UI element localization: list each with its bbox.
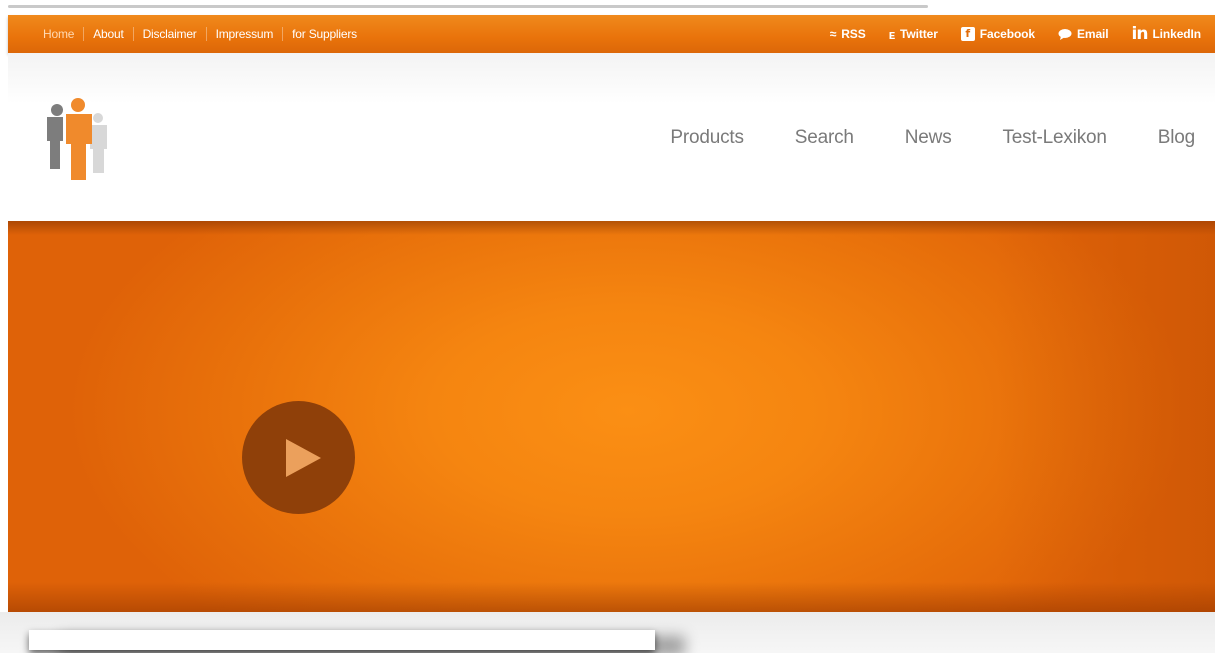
main-navigation: Products Search News Test-Lexikon Blog xyxy=(619,127,1195,149)
nav-products[interactable]: Products xyxy=(670,127,744,149)
top-nav-home-link[interactable]: Home xyxy=(34,27,83,41)
rss-link[interactable]: ≈ RSS xyxy=(830,27,866,41)
rss-label: RSS xyxy=(841,27,866,41)
nav-blog[interactable]: Blog xyxy=(1158,127,1195,149)
top-navigation-bar: Home About Disclaimer Impressum for Supp… xyxy=(8,15,1215,53)
linkedin-label: LinkedIn xyxy=(1152,27,1201,41)
linkedin-link[interactable]: in LinkedIn xyxy=(1131,24,1202,44)
browser-scroll-track xyxy=(0,0,1215,14)
facebook-label: Facebook xyxy=(979,27,1035,41)
nav-search[interactable]: Search xyxy=(795,127,854,149)
content-card xyxy=(29,630,655,650)
site-header: Products Search News Test-Lexikon Blog xyxy=(8,53,1215,221)
hero-bottom-shadow xyxy=(8,582,1215,612)
facebook-link[interactable]: f Facebook xyxy=(960,27,1035,41)
people-group-logo[interactable] xyxy=(44,97,114,183)
nav-test-lexikon[interactable]: Test-Lexikon xyxy=(1003,127,1107,149)
horizontal-scrollbar[interactable] xyxy=(8,5,928,8)
top-nav-links: Home About Disclaimer Impressum for Supp… xyxy=(34,15,366,53)
email-label: Email xyxy=(1076,27,1109,41)
hero-video-banner xyxy=(8,221,1215,612)
social-links: ≈ RSS ᴇ Twitter f Facebook Email in Link… xyxy=(807,15,1201,53)
twitter-label: Twitter xyxy=(900,27,938,41)
top-nav-about-link[interactable]: About xyxy=(83,27,132,41)
speech-bubble-icon xyxy=(1058,28,1072,40)
top-nav-suppliers-link[interactable]: for Suppliers xyxy=(282,27,366,41)
email-link[interactable]: Email xyxy=(1058,27,1109,41)
play-button[interactable] xyxy=(242,401,355,514)
facebook-icon: f xyxy=(960,27,975,41)
play-icon xyxy=(286,439,321,477)
top-nav-disclaimer-link[interactable]: Disclaimer xyxy=(132,27,206,41)
rss-icon: ≈ xyxy=(829,27,837,41)
hero-right-shade xyxy=(995,221,1215,612)
top-nav-impressum-link[interactable]: Impressum xyxy=(205,27,283,41)
twitter-link[interactable]: ᴇ Twitter xyxy=(889,27,938,42)
nav-news[interactable]: News xyxy=(905,127,952,149)
twitter-icon: ᴇ xyxy=(888,26,896,42)
linkedin-icon: in xyxy=(1131,24,1149,44)
